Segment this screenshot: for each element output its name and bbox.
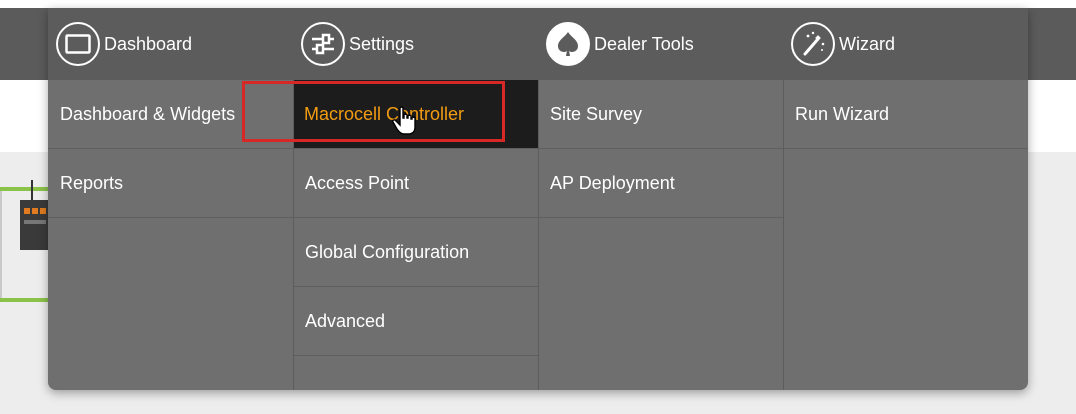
menu-header-label: Wizard [839,33,896,54]
settings-icon [301,22,345,66]
macrocell-device-icon[interactable] [20,180,50,250]
menu-item-site-survey[interactable]: Site Survey [538,80,783,149]
menu-header-dashboard[interactable]: Dashboard [48,8,293,80]
column-divider [783,8,784,390]
menu-header-label: Settings [349,33,415,54]
menu-item-access-point[interactable]: Access Point [293,149,538,218]
menu-item-ap-deployment[interactable]: AP Deployment [538,149,783,218]
menu-item-macrocell-controller[interactable]: Macrocell Controller [293,80,538,149]
menu-item-reports[interactable]: Reports [48,149,293,218]
menu-header-label: Dealer Tools [594,33,694,54]
menu-header-wizard[interactable]: Wizard [783,8,1028,80]
menu-column-wizard: Wizard Run Wizard [783,8,1028,390]
menu-item-run-wizard[interactable]: Run Wizard [783,80,1028,149]
menu-item-dashboard-widgets[interactable]: Dashboard & Widgets [48,80,293,149]
dealer-tools-icon [546,22,590,66]
menu-column-dashboard: Dashboard Dashboard & Widgets Reports [48,8,293,390]
menu-header-dealer-tools[interactable]: Dealer Tools [538,8,783,80]
menu-header-settings[interactable]: Settings [293,8,538,80]
wizard-icon [791,22,835,66]
menu-column-settings: Settings Macrocell Controller Access Poi… [293,8,538,390]
menu-item-global-configuration[interactable]: Global Configuration [293,218,538,287]
menu-column-dealer-tools: Dealer Tools Site Survey AP Deployment [538,8,783,390]
dashboard-icon [56,22,100,66]
menu-header-label: Dashboard [104,33,193,54]
top-strip [0,0,1076,8]
column-divider [293,8,294,390]
column-divider [538,8,539,390]
mega-menu: Dashboard Dashboard & Widgets Reports Se… [48,8,1028,390]
menu-item-advanced[interactable]: Advanced [293,287,538,356]
connection-line-bottom [0,298,50,302]
connection-line [0,189,2,300]
